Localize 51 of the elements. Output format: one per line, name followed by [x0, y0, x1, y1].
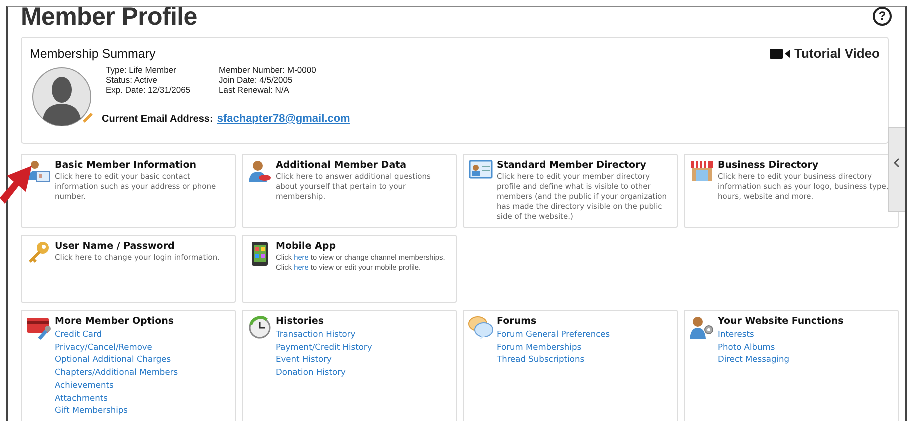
section-link[interactable]: Attachments	[55, 392, 108, 404]
card-title[interactable]: Mobile App	[276, 241, 336, 252]
card-title[interactable]: Histories	[276, 316, 324, 327]
card-title[interactable]: Basic Member Information	[55, 160, 197, 171]
card-title[interactable]: Business Directory	[718, 160, 819, 171]
member-detail: Member Number: M-0000	[219, 65, 318, 75]
person-gear-icon	[689, 316, 715, 340]
section-link[interactable]: Privacy/Cancel/Remove	[55, 340, 152, 354]
section-link[interactable]: Achievements	[55, 378, 114, 392]
section-link[interactable]: Credit Card	[55, 328, 102, 341]
card-title[interactable]: Additional Member Data	[276, 160, 407, 171]
section-link[interactable]: Optional Additional Charges	[55, 353, 172, 366]
clock-icon	[248, 316, 272, 340]
section-link[interactable]: Chapters/Additional Members	[55, 366, 178, 379]
card-title[interactable]: More Member Options	[55, 316, 174, 327]
storefront-icon	[690, 160, 714, 182]
section-link[interactable]: Donation History	[276, 366, 346, 379]
member-detail: Type: Life Member	[106, 65, 178, 75]
card-title[interactable]: Your Website Functions	[718, 316, 844, 327]
tutorial-video-link[interactable]: Tutorial Video	[770, 46, 880, 61]
video-camera-icon	[770, 48, 792, 58]
summary-title: Membership Summary	[30, 46, 156, 60]
key-icon	[27, 241, 51, 265]
email-link[interactable]: sfachapter78@gmail.com	[217, 113, 350, 125]
card-title[interactable]: Standard Member Directory	[497, 160, 646, 171]
member-detail: Join Date: 4/5/2005	[219, 75, 294, 85]
member-detail: Status: Active	[106, 75, 158, 85]
section-link[interactable]: Direct Messaging	[718, 353, 790, 366]
id-card-icon	[469, 160, 493, 180]
section-link[interactable]: Payment/Credit History	[276, 340, 372, 354]
section-link[interactable]: Photo Albums	[718, 340, 776, 354]
card-title[interactable]: User Name / Password	[55, 241, 175, 252]
section-link[interactable]: Forum Memberships	[497, 340, 582, 354]
chevron-left-icon	[893, 158, 901, 168]
section-link[interactable]: Interests	[718, 328, 754, 341]
avatar-icon[interactable]	[32, 67, 94, 129]
email-label: Current Email Address:	[102, 114, 214, 125]
phone-icon	[251, 241, 269, 267]
help-icon[interactable]: ?	[873, 7, 892, 26]
section-link[interactable]: Gift Memberships	[55, 404, 128, 417]
card-title[interactable]: Forums	[497, 316, 537, 327]
section-link[interactable]: Thread Subscriptions	[497, 353, 585, 366]
person-icon	[248, 160, 272, 184]
section-link[interactable]: Event History	[276, 353, 332, 366]
credit-card-icon	[26, 316, 52, 340]
member-detail: Last Renewal: N/A	[219, 85, 290, 95]
section-link[interactable]: Transaction History	[276, 328, 356, 341]
chat-bubbles-icon	[468, 316, 494, 340]
page-title: Member Profile	[21, 7, 198, 32]
section-link[interactable]: Forum General Preferences	[497, 328, 610, 341]
member-detail: Exp. Date: 12/31/2065	[106, 85, 192, 95]
